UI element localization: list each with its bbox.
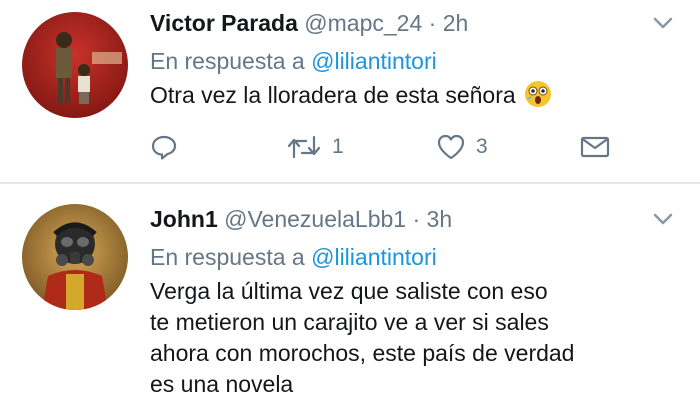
envelope-icon <box>580 136 610 158</box>
retweet-icon <box>287 135 321 159</box>
reply-prefix: En respuesta a <box>150 48 305 74</box>
reply-context: En respuesta a @liliantintori <box>150 44 676 78</box>
display-name[interactable]: John1 <box>150 206 218 232</box>
chevron-down-icon[interactable] <box>650 12 676 34</box>
tweet-text: Verga la última vez que saliste con eso … <box>150 278 575 397</box>
reply-prefix: En respuesta a <box>150 244 305 270</box>
user-handle[interactable]: @VenezuelaLbb1 <box>224 206 406 232</box>
like-button[interactable]: 3 <box>436 130 488 164</box>
heart-icon <box>437 134 465 160</box>
timestamp[interactable]: 2h <box>443 10 469 36</box>
separator-dot: · <box>412 206 421 232</box>
tweet-header: John1 @VenezuelaLbb1 · 3h <box>150 204 676 234</box>
tweet[interactable]: John1 @VenezuelaLbb1 · 3h En respuesta a… <box>0 182 700 400</box>
retweet-count: 1 <box>332 135 344 158</box>
tweet-header: Victor Parada @mapc_24 · 2h <box>150 8 676 38</box>
display-name[interactable]: Victor Parada <box>150 10 298 36</box>
tweet-text: Otra vez la lloradera de esta señora <box>150 80 676 111</box>
tweet-content: Victor Parada @mapc_24 · 2h En respuesta… <box>150 8 676 111</box>
avatar[interactable] <box>22 12 128 118</box>
retweet-button[interactable]: 1 <box>286 130 344 164</box>
avatar-image <box>22 12 128 118</box>
reply-button[interactable] <box>150 130 178 164</box>
tweet-actions: 1 3 <box>150 130 630 164</box>
like-count: 3 <box>476 135 488 158</box>
timestamp[interactable]: 3h <box>427 206 453 232</box>
reply-icon <box>151 135 177 160</box>
direct-message-button[interactable] <box>580 130 610 164</box>
user-handle[interactable]: @mapc_24 <box>304 10 422 36</box>
chevron-down-icon[interactable] <box>650 208 676 230</box>
reply-mention-link[interactable]: @liliantintori <box>311 48 437 74</box>
reply-mention-link[interactable]: @liliantintori <box>311 244 437 270</box>
avatar-image <box>22 204 128 310</box>
tweet[interactable]: Victor Parada @mapc_24 · 2h En respuesta… <box>0 0 700 182</box>
avatar[interactable] <box>22 204 128 310</box>
separator-dot: · <box>428 10 437 36</box>
tweet-text-content: Otra vez la lloradera de esta señora <box>150 82 516 108</box>
reply-context: En respuesta a @liliantintori <box>150 240 676 274</box>
astonished-face-icon <box>525 81 552 107</box>
tweet-content: John1 @VenezuelaLbb1 · 3h En respuesta a… <box>150 204 676 400</box>
